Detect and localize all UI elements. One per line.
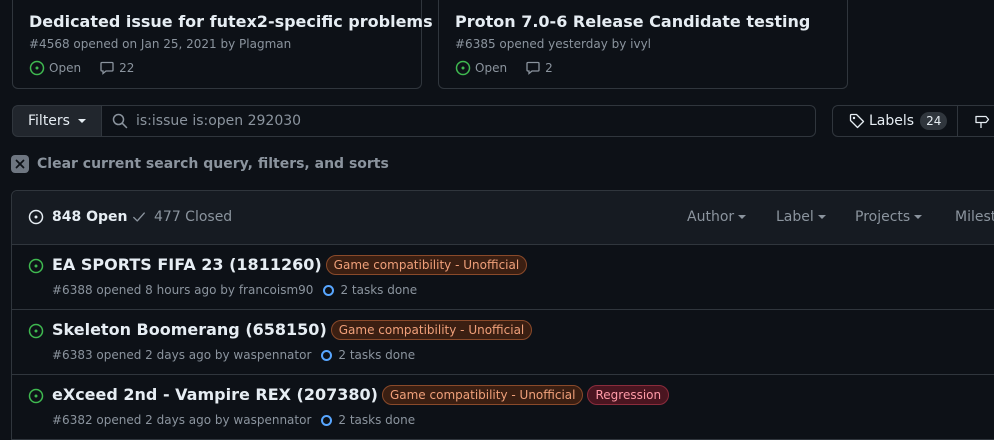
task-progress-icon — [321, 414, 333, 426]
issue-meta: #6382 opened 2 days ago by waspennator 2… — [52, 413, 415, 427]
issue-opened-info: #6388 opened 8 hours ago by francoism90 — [52, 283, 314, 297]
pinned-issue-state: Open — [49, 61, 82, 75]
filters-button[interactable]: Filters — [12, 105, 102, 137]
projects-filter-label: Projects — [855, 209, 911, 225]
projects-filter[interactable]: Projects — [855, 209, 923, 225]
pinned-issue-title[interactable]: Dedicated issue for futex2-specific prob… — [29, 12, 433, 32]
issue-open-icon — [28, 258, 44, 274]
issue-meta: #6383 opened 2 days ago by waspennator 2… — [52, 348, 415, 362]
milestone-icon — [975, 115, 990, 128]
issues-list-header: 848 Open 477 Closed Author Label Project… — [12, 191, 994, 245]
clear-filters-label: Clear current search query, filters, and… — [37, 156, 389, 172]
pinned-issue-card[interactable]: Dedicated issue for futex2-specific prob… — [12, 0, 433, 89]
issue-title-line: Skeleton Boomerang (658150) Game compati… — [52, 320, 533, 340]
search-query[interactable]: is:issue is:open 292030 — [136, 113, 301, 129]
issue-opened-info: #6382 opened 2 days ago by waspennator — [52, 413, 312, 427]
issue-title-line: eXceed 2nd - Vampire REX (207380) Game c… — [52, 385, 670, 405]
issue-label-badge[interactable]: Game compatibility - Unofficial — [330, 320, 533, 340]
issue-label-badge[interactable]: Game compatibility - Unofficial — [381, 385, 584, 405]
open-count: 848 Open — [52, 209, 128, 225]
comment-icon — [526, 61, 540, 75]
issue-title-link[interactable]: Skeleton Boomerang (658150) — [52, 320, 327, 340]
issues-list: 848 Open 477 Closed Author Label Project… — [11, 190, 994, 440]
issue-open-icon — [455, 60, 471, 76]
task-progress-label: 2 tasks done — [340, 283, 418, 297]
check-icon — [133, 212, 145, 222]
chevron-down-icon — [77, 119, 86, 123]
label-filter-label: Label — [776, 209, 814, 225]
close-icon — [11, 155, 29, 173]
issue-meta: #6388 opened 8 hours ago by francoism90 … — [52, 283, 417, 297]
task-progress: 2 tasks done — [321, 348, 415, 362]
clear-filters-link[interactable]: Clear current search query, filters, and… — [11, 155, 389, 173]
pinned-issue-comments[interactable]: 2 — [545, 61, 553, 75]
pinned-issue-card[interactable]: Proton 7.0-6 Release Candidate testing #… — [438, 0, 848, 89]
labels-label: Labels — [869, 113, 915, 129]
milestones-filter-label: Milest — [955, 209, 994, 225]
closed-count: 477 Closed — [154, 209, 233, 225]
issue-title-line: EA SPORTS FIFA 23 (1811260) Game compati… — [52, 255, 528, 275]
issue-open-icon — [28, 323, 44, 339]
pinned-issue-meta: #4568 opened on Jan 25, 2021 by Plagman — [29, 37, 292, 51]
author-filter[interactable]: Author — [687, 209, 747, 225]
issue-open-icon — [28, 209, 44, 225]
issue-row: EA SPORTS FIFA 23 (1811260) Game compati… — [12, 245, 994, 310]
pinned-issue-comments[interactable]: 22 — [119, 61, 134, 75]
task-progress: 2 tasks done — [321, 413, 415, 427]
label-filter[interactable]: Label — [776, 209, 826, 225]
filters-label: Filters — [28, 113, 70, 129]
pinned-issue-title[interactable]: Proton 7.0-6 Release Candidate testing — [455, 12, 831, 32]
milestones-filter[interactable]: Milest — [955, 209, 994, 225]
issue-label-badge[interactable]: Regression — [587, 385, 670, 405]
tag-icon — [849, 113, 865, 129]
issue-opened-info: #6383 opened 2 days ago by waspennator — [52, 348, 312, 362]
task-progress-icon — [321, 349, 333, 361]
task-progress-label: 2 tasks done — [338, 348, 416, 362]
issue-title-link[interactable]: EA SPORTS FIFA 23 (1811260) — [52, 255, 322, 275]
closed-issues-tab[interactable]: 477 Closed — [132, 209, 232, 225]
author-filter-label: Author — [687, 209, 735, 225]
labels-button[interactable]: Labels 24 — [832, 105, 958, 137]
search-icon — [112, 113, 128, 129]
issue-open-icon — [29, 60, 45, 76]
task-progress-label: 2 tasks done — [338, 413, 416, 427]
issue-row: Skeleton Boomerang (658150) Game compati… — [12, 310, 994, 375]
pinned-issue-status: Open 2 — [455, 59, 831, 77]
issue-title-link[interactable]: eXceed 2nd - Vampire REX (207380) — [52, 385, 378, 405]
issues-page: Dedicated issue for futex2-specific prob… — [0, 0, 994, 440]
pinned-issue-meta: #6385 opened yesterday by ivyl — [455, 37, 652, 51]
task-progress-icon — [323, 284, 335, 296]
milestones-button[interactable] — [957, 105, 994, 137]
chevron-down-icon — [738, 215, 747, 219]
labels-count: 24 — [920, 112, 948, 130]
chevron-down-icon — [914, 215, 923, 219]
open-issues-tab[interactable]: 848 Open — [28, 209, 127, 225]
issue-row: eXceed 2nd - Vampire REX (207380) Game c… — [12, 375, 994, 440]
comment-icon — [100, 61, 114, 75]
chevron-down-icon — [817, 215, 826, 219]
search-input[interactable]: is:issue is:open 292030 — [101, 105, 816, 137]
issue-label-badge[interactable]: Game compatibility - Unofficial — [325, 255, 528, 275]
issue-open-icon — [28, 388, 44, 404]
pinned-issue-state: Open — [475, 61, 508, 75]
pinned-issue-status: Open 22 — [29, 59, 405, 77]
task-progress: 2 tasks done — [323, 283, 417, 297]
